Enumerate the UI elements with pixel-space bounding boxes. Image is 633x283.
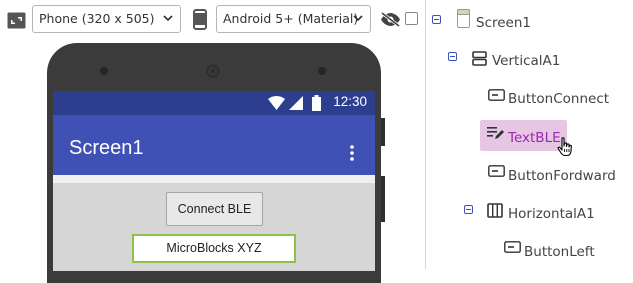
status-time: 12:30 — [333, 94, 367, 109]
button-component-icon — [488, 89, 505, 101]
tree-item-buttonleft[interactable]: ButtonLeft — [524, 244, 595, 260]
app-title: Screen1 — [69, 137, 144, 159]
textbox-component-icon — [487, 127, 504, 139]
phone-preview-icon[interactable] — [193, 9, 207, 30]
app-bar: Screen1 — [53, 115, 375, 175]
button-component-icon — [488, 165, 505, 177]
battery-icon — [312, 95, 321, 111]
panel-divider — [425, 0, 426, 269]
theme-value: Android 5+ (Material) — [223, 11, 359, 26]
resize-icon[interactable] — [7, 12, 26, 29]
textble-textbox[interactable]: MicroBlocks XYZ — [132, 234, 296, 263]
collapse-toggle-screen1[interactable] — [432, 15, 441, 24]
phone-sensor — [318, 67, 326, 75]
tree-item-horizontala1[interactable]: HorizontalA1 — [508, 206, 595, 222]
button-component-icon — [504, 241, 521, 253]
tree-item-buttonfordward[interactable]: ButtonFordward — [508, 168, 616, 184]
connect-ble-button[interactable]: Connect BLE — [166, 192, 263, 226]
collapse-toggle-horizontala1[interactable] — [464, 205, 473, 214]
collapse-toggle-verticala1[interactable] — [448, 52, 457, 61]
overflow-menu-icon[interactable] — [350, 145, 354, 161]
phone-side-button — [381, 118, 385, 146]
tree-item-textble[interactable]: TextBLE — [508, 130, 561, 146]
show-hidden-checkbox[interactable] — [405, 12, 418, 25]
status-bar: 12:30 — [53, 91, 375, 115]
hidden-components-eye-icon[interactable] — [380, 12, 401, 27]
phone-speaker-icon — [206, 64, 220, 78]
phone-camera — [100, 67, 108, 75]
vertical-arrangement[interactable]: Connect BLE MicroBlocks XYZ — [53, 183, 375, 271]
chevron-down-icon — [163, 15, 173, 22]
phone-screen: 12:30 Screen1 Connect BLE MicroBlocks XY… — [53, 91, 375, 271]
tree-item-buttonconnect[interactable]: ButtonConnect — [508, 91, 609, 107]
chevron-down-icon — [353, 15, 363, 22]
signal-icon — [289, 96, 303, 110]
device-size-select[interactable]: Phone (320 x 505) — [32, 5, 181, 33]
theme-select[interactable]: Android 5+ (Material) — [216, 5, 371, 33]
hand-cursor-icon — [557, 137, 572, 157]
tree-item-verticala1[interactable]: VerticalA1 — [492, 53, 560, 69]
tree-item-screen1[interactable]: Screen1 — [476, 15, 531, 31]
device-size-value: Phone (320 x 505) — [39, 11, 155, 26]
vertical-arrangement-icon — [472, 51, 487, 66]
wifi-icon — [268, 96, 285, 110]
phone-side-button — [381, 176, 385, 222]
screen-icon — [457, 9, 470, 28]
horizontal-arrangement-icon — [487, 203, 503, 218]
